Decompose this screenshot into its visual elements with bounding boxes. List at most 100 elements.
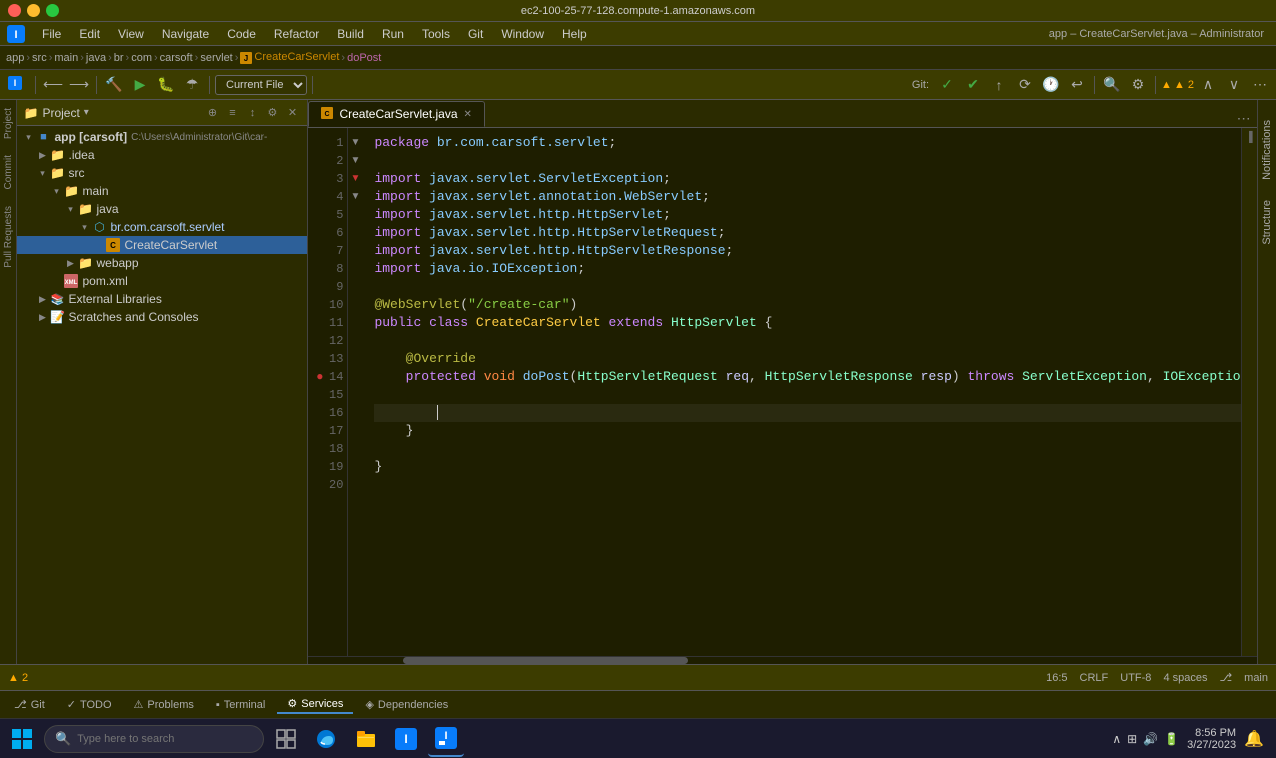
clock[interactable]: 8:56 PM 3/27/2023 — [1187, 727, 1236, 751]
close-button[interactable] — [8, 4, 21, 17]
run-config-dropdown[interactable]: Current File — [215, 75, 307, 95]
edge-button[interactable] — [308, 721, 344, 757]
menu-code[interactable]: Code — [219, 25, 264, 43]
menu-file[interactable]: File — [34, 25, 69, 43]
horizontal-scrollbar[interactable] — [308, 656, 1256, 664]
code-content[interactable]: package br.com.carsoft.servlet; import j… — [362, 128, 1240, 656]
tree-item-java[interactable]: ▾ 📁 java — [17, 200, 307, 218]
status-warnings[interactable]: ▲ 2 — [8, 672, 28, 684]
tree-item-webapp[interactable]: ▶ 📁 webapp — [17, 254, 307, 272]
tab-todo[interactable]: ✓ TODO — [57, 696, 122, 713]
tab-services[interactable]: ⚙ Services — [277, 695, 353, 714]
debug-button[interactable]: 🐛 — [154, 73, 178, 97]
explorer-button[interactable] — [348, 721, 384, 757]
tab-close-button[interactable]: ✕ — [464, 109, 472, 120]
fold-imports[interactable]: ▼ — [348, 134, 362, 152]
fold-class[interactable]: ▼ — [348, 152, 362, 170]
project-panel-toggle[interactable]: Project — [3, 100, 14, 147]
git-commit-button[interactable]: ✔ — [961, 73, 985, 97]
locate-file-button[interactable]: ⊕ — [203, 104, 221, 122]
tab-createcarservlet[interactable]: C CreateCarServlet.java ✕ — [308, 101, 484, 127]
undo-button[interactable]: ↩ — [1065, 73, 1089, 97]
battery-icon[interactable]: 🔋 — [1164, 732, 1179, 746]
tree-item-src[interactable]: ▾ 📁 src — [17, 164, 307, 182]
run-button[interactable]: ▶ — [128, 73, 152, 97]
sort-button[interactable]: ↕ — [243, 104, 261, 122]
tab-dependencies[interactable]: ◈ Dependencies — [355, 696, 458, 713]
indent[interactable]: 4 spaces — [1163, 672, 1207, 684]
tree-item-pom[interactable]: XML pom.xml — [17, 272, 307, 290]
encoding[interactable]: UTF-8 — [1120, 672, 1151, 684]
git-update-button[interactable]: ⟳ — [1013, 73, 1037, 97]
tree-item-createcarservlet[interactable]: C CreateCarServlet — [17, 236, 307, 254]
settings-button[interactable]: ⚙ — [1126, 73, 1150, 97]
build-button[interactable]: 🔨 — [102, 73, 126, 97]
menu-view[interactable]: View — [110, 25, 152, 43]
bc-file[interactable]: JCreateCarServlet — [240, 51, 339, 63]
tab-git[interactable]: ⎇ Git — [4, 696, 55, 713]
search-button[interactable]: 🔍 — [1100, 73, 1124, 97]
menu-git[interactable]: Git — [460, 25, 491, 43]
network-icon[interactable]: ⊞ — [1127, 732, 1137, 746]
code-line-16[interactable] — [374, 404, 1240, 422]
warnings-badge[interactable]: ▲ ▲ 2 — [1161, 79, 1194, 91]
notifications-panel-toggle[interactable]: Notifications — [1259, 110, 1275, 190]
more-options[interactable]: ⋯ — [1248, 73, 1272, 97]
forward-button[interactable]: ⟶ — [67, 73, 91, 97]
volume-icon[interactable]: 🔊 — [1143, 732, 1158, 746]
chevron-up-icon[interactable]: ∧ — [1112, 732, 1121, 746]
bc-src[interactable]: src — [32, 52, 47, 64]
line-ending[interactable]: CRLF — [1080, 672, 1109, 684]
git-check-button[interactable]: ✓ — [935, 73, 959, 97]
notification-bell[interactable]: 🔔 — [1244, 729, 1264, 749]
collapse-all-button[interactable]: ≡ — [223, 104, 241, 122]
tree-item-main[interactable]: ▾ 📁 main — [17, 182, 307, 200]
taskview-button[interactable] — [268, 721, 304, 757]
bc-carsoft[interactable]: carsoft — [160, 52, 193, 64]
start-button[interactable] — [4, 721, 40, 757]
menu-edit[interactable]: Edit — [71, 25, 108, 43]
menu-window[interactable]: Window — [493, 25, 552, 43]
search-bar[interactable]: 🔍 — [44, 725, 264, 753]
bc-com[interactable]: com — [131, 52, 152, 64]
intellij-button[interactable]: I — [428, 721, 464, 757]
minimap-toggle[interactable]: ▐ — [1242, 128, 1257, 143]
tree-item-idea[interactable]: ▶ 📁 .idea — [17, 146, 307, 164]
fold-method[interactable]: ▼ — [348, 170, 362, 188]
menu-help[interactable]: Help — [554, 25, 595, 43]
search-input[interactable] — [77, 733, 237, 745]
bc-java[interactable]: java — [86, 52, 106, 64]
close-panel-button[interactable]: ✕ — [283, 104, 301, 122]
commit-panel-toggle[interactable]: Commit — [3, 147, 14, 197]
tab-problems[interactable]: ⚠ Problems — [124, 696, 204, 713]
tree-item-app[interactable]: ▾ ■ app [carsoft] C:\Users\Administrator… — [17, 128, 307, 146]
back-button[interactable]: ⟵ — [41, 73, 65, 97]
expand-up[interactable]: ∧ — [1196, 73, 1220, 97]
settings-gear[interactable]: ⚙ — [263, 104, 281, 122]
tab-terminal[interactable]: ▪ Terminal — [206, 697, 275, 713]
menu-build[interactable]: Build — [329, 25, 372, 43]
bc-app[interactable]: app — [6, 52, 24, 64]
cursor-position[interactable]: 16:5 — [1046, 672, 1067, 684]
menu-tools[interactable]: Tools — [414, 25, 458, 43]
bc-method[interactable]: doPost — [347, 52, 381, 64]
tab-more-button[interactable]: ⋯ — [1231, 110, 1257, 127]
maximize-button[interactable] — [46, 4, 59, 17]
bc-main[interactable]: main — [54, 52, 78, 64]
tree-item-external[interactable]: ▶ 📚 External Libraries — [17, 290, 307, 308]
coverage-button[interactable]: ☂ — [180, 73, 204, 97]
menu-navigate[interactable]: Navigate — [154, 25, 217, 43]
pull-requests-panel-toggle[interactable]: Pull Requests — [3, 198, 14, 276]
minimize-button[interactable] — [27, 4, 40, 17]
project-dropdown-arrow[interactable]: ▾ — [84, 107, 89, 118]
tree-item-package[interactable]: ▾ ⬡ br.com.carsoft.servlet — [17, 218, 307, 236]
menu-run[interactable]: Run — [374, 25, 412, 43]
intellij-alt-button[interactable]: I — [388, 721, 424, 757]
git-push-button[interactable]: ↑ — [987, 73, 1011, 97]
bc-br[interactable]: br — [114, 52, 124, 64]
tree-item-scratches[interactable]: ▶ 📝 Scratches and Consoles — [17, 308, 307, 326]
branch-name[interactable]: main — [1244, 672, 1268, 684]
menu-refactor[interactable]: Refactor — [266, 25, 327, 43]
structure-panel-toggle[interactable]: Structure — [1259, 190, 1275, 255]
expand-down[interactable]: ∨ — [1222, 73, 1246, 97]
